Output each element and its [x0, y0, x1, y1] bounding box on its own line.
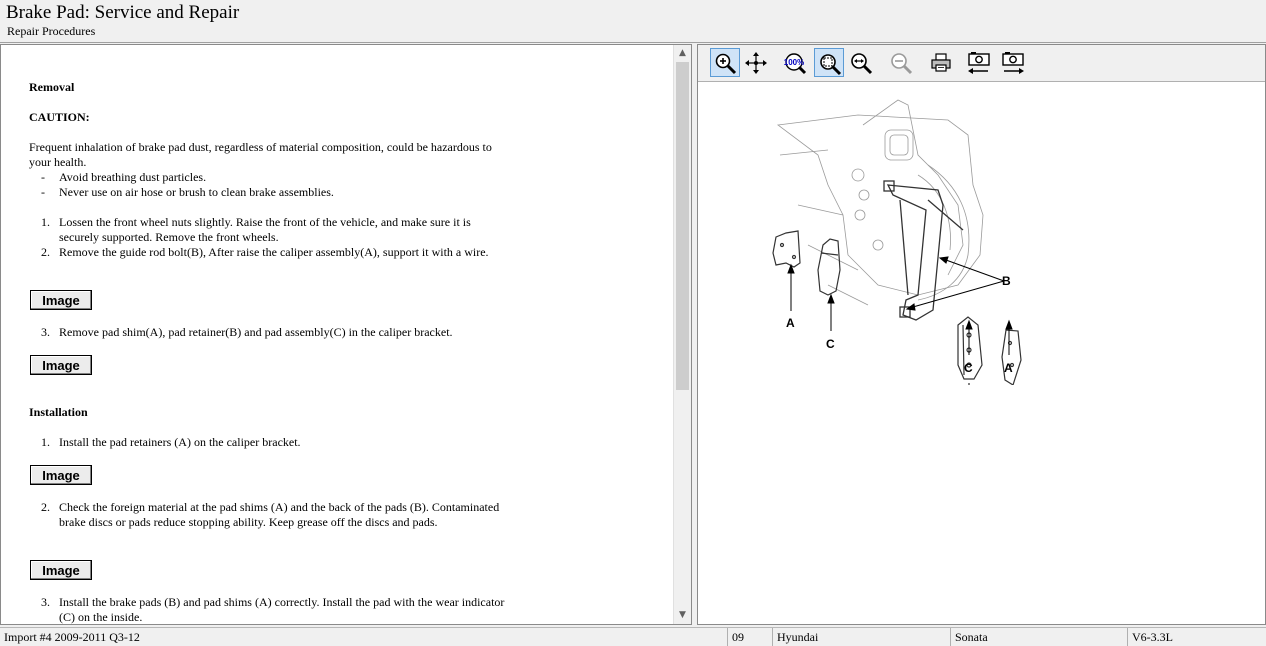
window-header: Brake Pad: Service and Repair Repair Pro… [0, 0, 1266, 43]
zoom-fit-button[interactable] [814, 48, 844, 77]
zoom-in-button[interactable] [710, 48, 740, 77]
step-text: Check the foreign material at the pad sh… [59, 500, 500, 529]
step-number: 2. [41, 245, 50, 259]
step-number: 3. [41, 325, 50, 339]
previous-image-icon [968, 52, 990, 74]
zoom-out-button[interactable] [886, 48, 916, 77]
image-button[interactable]: Image [30, 560, 92, 580]
next-image-icon [1002, 52, 1024, 74]
zoom-in-icon [715, 53, 737, 75]
image-viewer-pane[interactable]: 100% A C B C A [697, 44, 1266, 625]
step-number: 1. [41, 215, 50, 229]
image-button[interactable]: Image [30, 290, 92, 310]
caution-text: Frequent inhalation of brake pad dust, r… [29, 140, 492, 169]
scroll-up-arrow-icon[interactable]: ▲ [674, 45, 691, 62]
vertical-scrollbar[interactable]: ▲ ▼ [673, 45, 691, 624]
step-text: Lossen the front wheel nuts slightly. Ra… [59, 215, 471, 244]
status-model: Sonata [951, 628, 1128, 646]
print-button[interactable] [926, 48, 956, 77]
step-text: Remove the guide rod bolt(B), After rais… [59, 245, 489, 259]
step-number: 3. [41, 595, 50, 609]
scroll-thumb[interactable] [676, 62, 689, 390]
installation-heading: Installation [29, 405, 88, 419]
previous-image-button[interactable] [963, 48, 993, 77]
list-text: Avoid breathing dust particles. [59, 170, 207, 184]
removal-heading: Removal [29, 80, 75, 94]
caution-heading: CAUTION: [29, 110, 90, 124]
callout-label-c: C [826, 337, 835, 351]
status-bar: Import #4 2009-2011 Q3-12 09 Hyundai Son… [0, 627, 1266, 646]
list-marker: - [41, 185, 45, 199]
zoom-width-icon [851, 53, 873, 75]
zoom-fit-icon [820, 54, 842, 76]
zoom-width-button[interactable] [846, 48, 876, 77]
status-import: Import #4 2009-2011 Q3-12 [0, 628, 728, 646]
pan-icon [745, 52, 767, 74]
print-icon [931, 53, 951, 72]
status-year: 09 [728, 628, 773, 646]
image-button[interactable]: Image [30, 355, 92, 375]
scroll-down-arrow-icon[interactable]: ▼ [674, 607, 691, 624]
step-number: 1. [41, 435, 50, 449]
zoom-100-label: 100% [784, 58, 804, 67]
status-make: Hyundai [773, 628, 951, 646]
viewer-toolbar: 100% [698, 45, 1265, 82]
step-text: Install the brake pads (B) and pad shims… [59, 595, 505, 624]
callout-label-a: A [1004, 361, 1013, 375]
step-text: Remove pad shim(A), pad retainer(B) and … [59, 325, 453, 339]
procedure-pane[interactable]: Removal CAUTION: Frequent inhalation of … [0, 44, 692, 625]
zoom-100-icon: 100% [784, 53, 807, 75]
page-title: Brake Pad: Service and Repair [6, 2, 240, 23]
callout-label-a: A [786, 316, 795, 330]
zoom-100-button[interactable]: 100% [780, 48, 810, 77]
zoom-out-icon [891, 53, 913, 75]
image-button[interactable]: Image [30, 465, 92, 485]
status-engine: V6-3.3L [1132, 630, 1173, 644]
step-number: 2. [41, 500, 50, 514]
page-subtitle: Repair Procedures [7, 24, 96, 38]
pan-button[interactable] [741, 48, 771, 77]
callout-label-c: C [964, 361, 973, 375]
step-text: Install the pad retainers (A) on the cal… [59, 435, 301, 449]
list-marker: - [41, 170, 45, 184]
list-text: Never use on air hose or brush to clean … [59, 185, 334, 199]
next-image-button[interactable] [997, 48, 1027, 77]
pad-callouts: C A [964, 319, 1013, 375]
